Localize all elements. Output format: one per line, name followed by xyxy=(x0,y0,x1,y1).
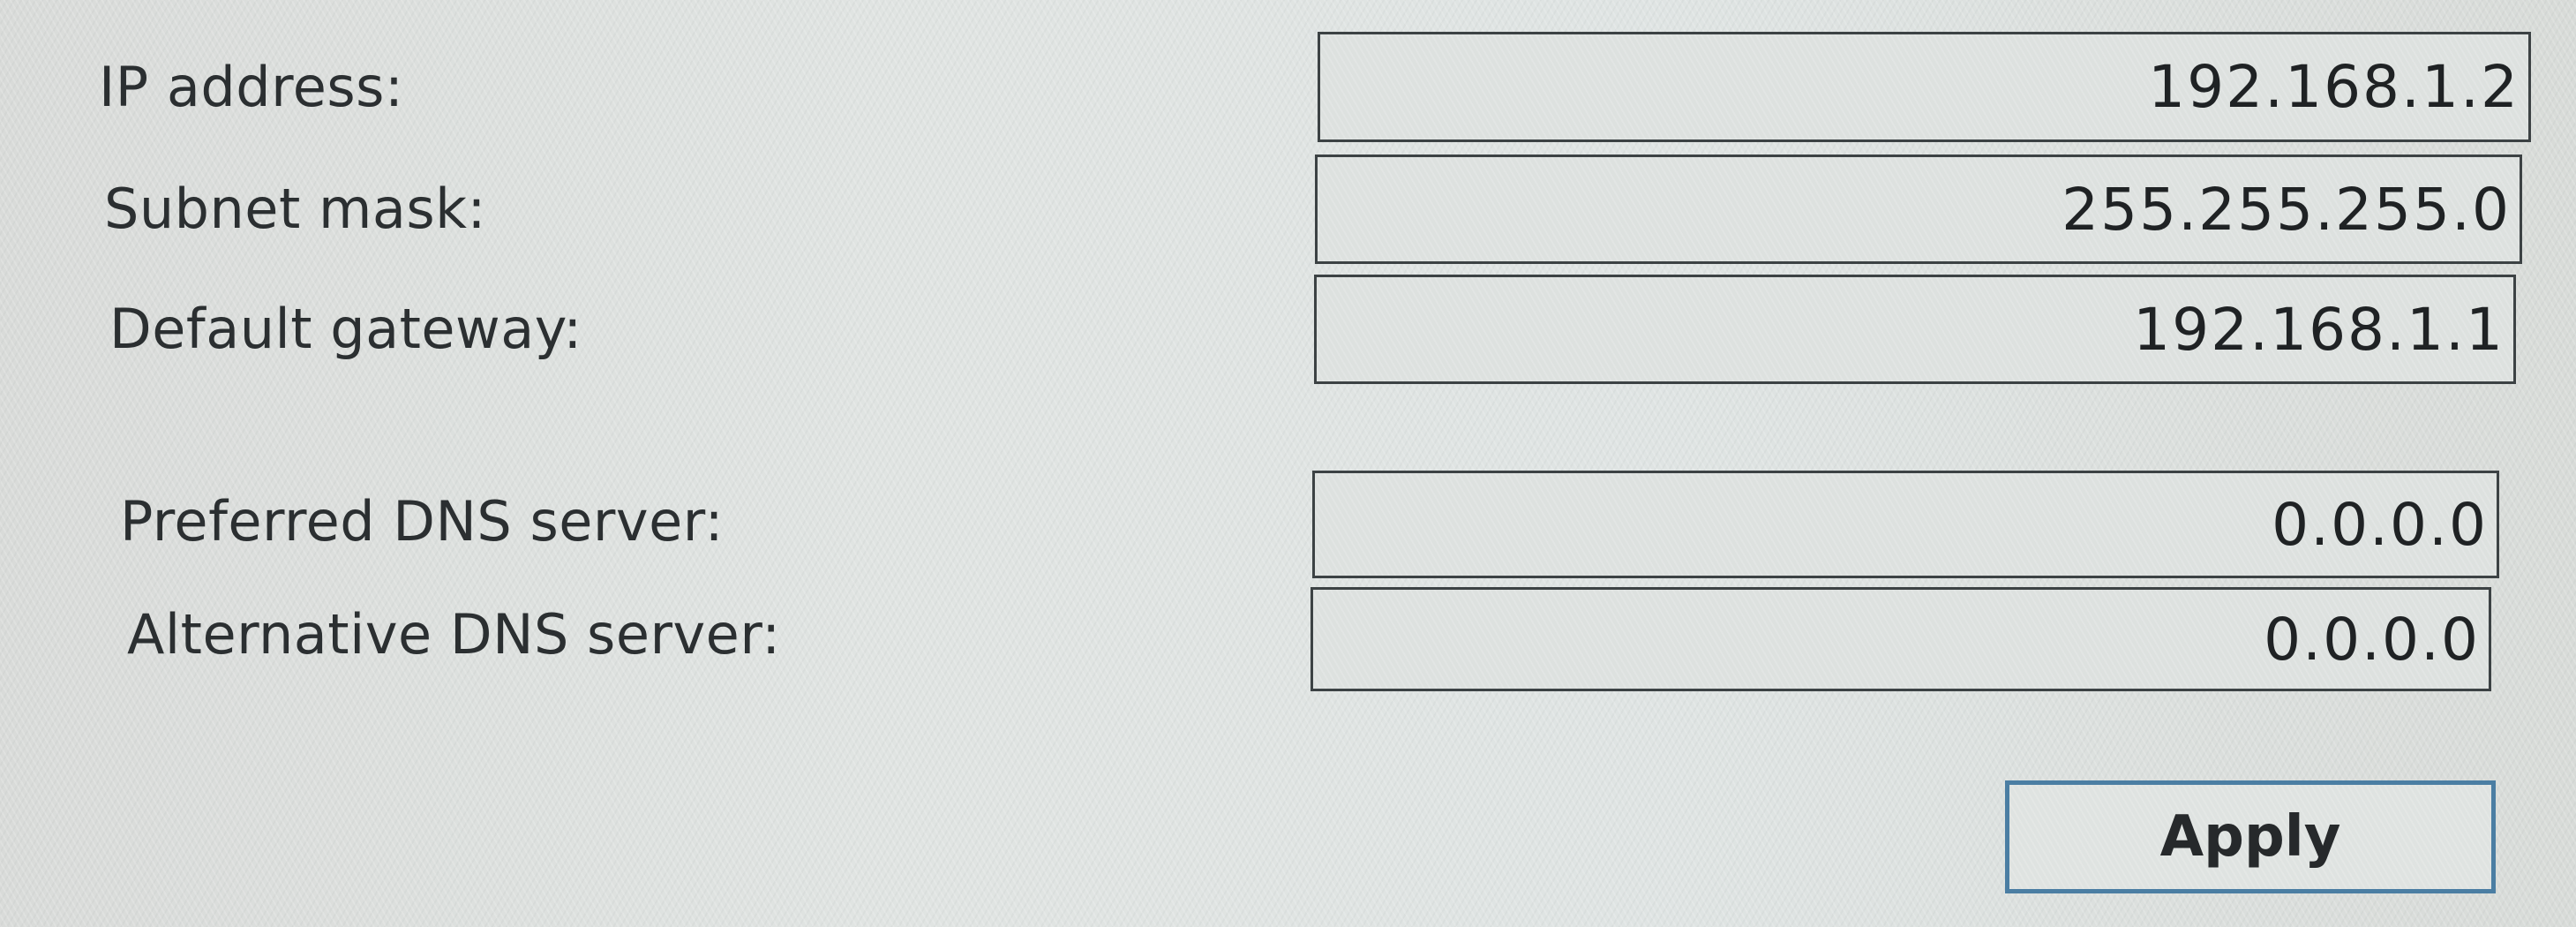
subnet-mask-field[interactable]: 255.255.255.0 xyxy=(1315,154,2522,264)
network-settings-panel: IP address: 192.168.1.2 Subnet mask: 255… xyxy=(0,0,2576,927)
ip-address-field[interactable]: 192.168.1.2 xyxy=(1318,32,2531,142)
default-gateway-field[interactable]: 192.168.1.1 xyxy=(1314,275,2516,384)
preferred-dns-label: Preferred DNS server: xyxy=(120,489,725,554)
default-gateway-label: Default gateway: xyxy=(109,297,582,361)
preferred-dns-field[interactable]: 0.0.0.0 xyxy=(1312,471,2499,578)
apply-button[interactable]: Apply xyxy=(2005,780,2496,893)
alternative-dns-field[interactable]: 0.0.0.0 xyxy=(1311,587,2491,691)
alternative-dns-label: Alternative DNS server: xyxy=(127,602,781,667)
ip-address-label: IP address: xyxy=(99,55,404,119)
subnet-mask-label: Subnet mask: xyxy=(104,177,486,241)
